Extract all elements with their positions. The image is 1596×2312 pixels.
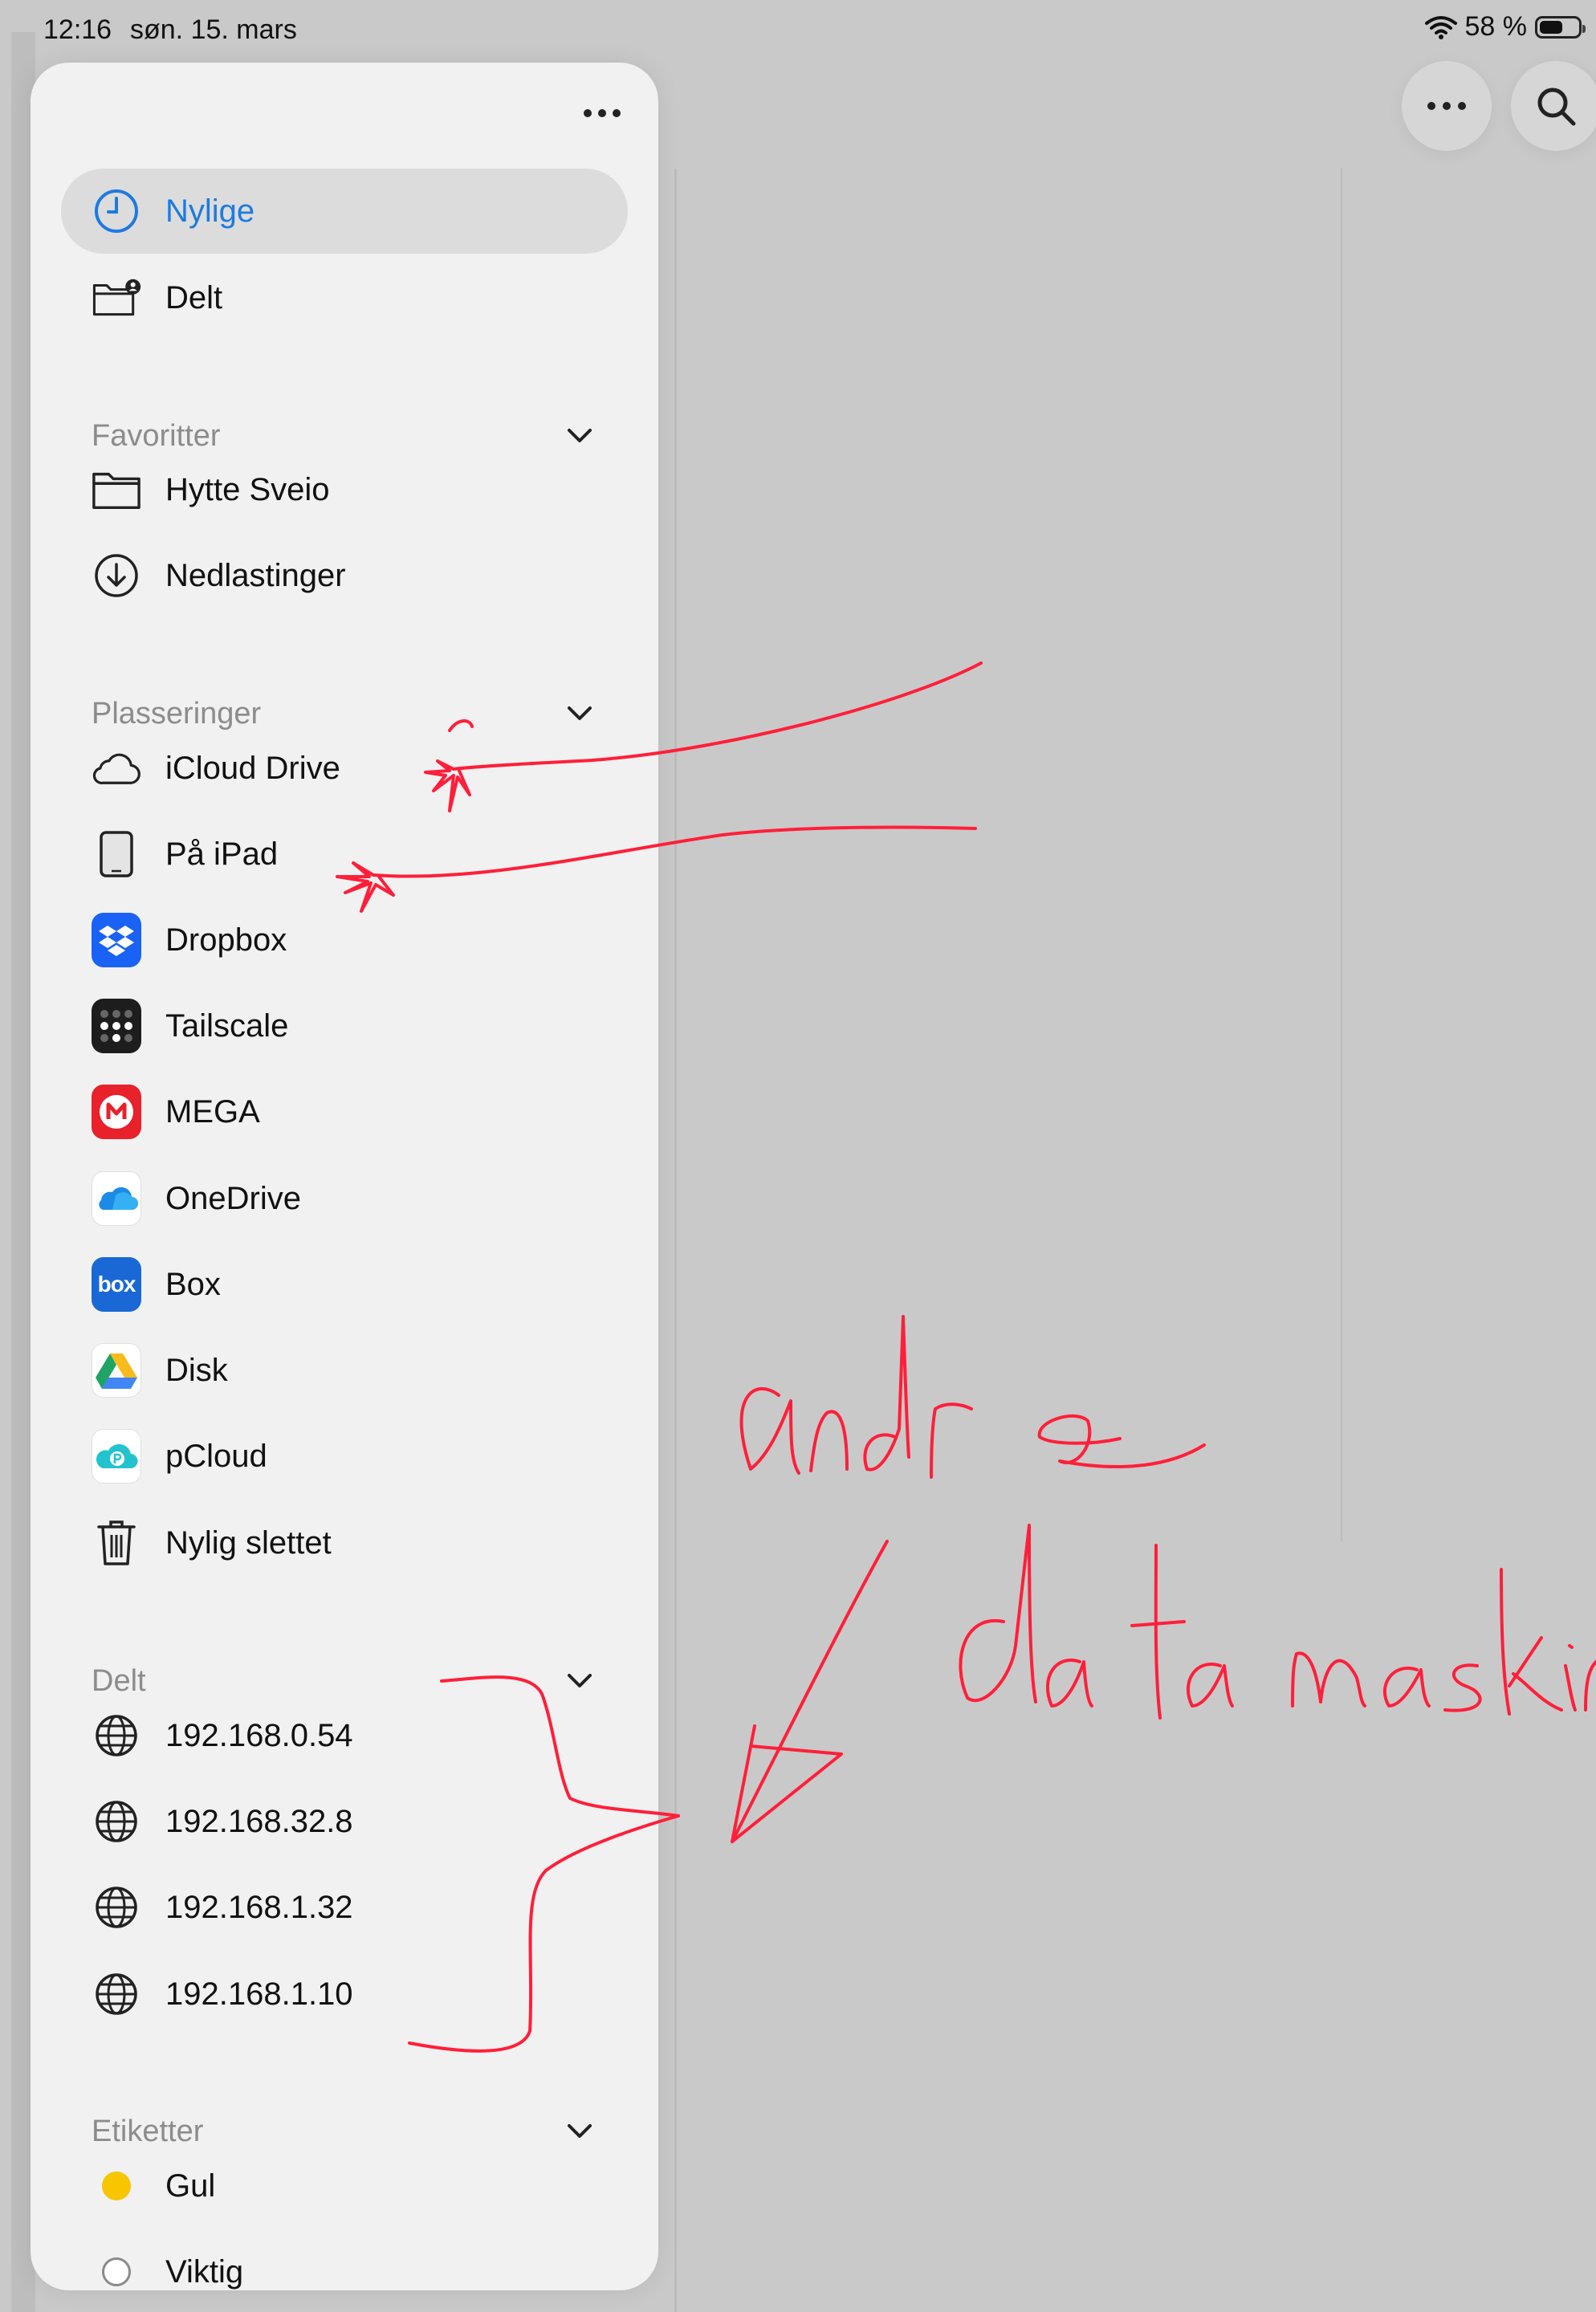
content-divider [674,169,677,2312]
globe-icon [92,1797,141,1846]
sidebar-item-server[interactable]: 192.168.32.8 [61,1779,628,1864]
sidebar-item-label: Hytte Sveio [165,471,330,507]
sidebar-item-label: 192.168.0.54 [165,1717,353,1753]
sidebar-item-box[interactable]: box Box [61,1242,628,1327]
sidebar-item-recently-deleted[interactable]: Nylig slettet [61,1500,628,1585]
sidebar-item-label: Nylig slettet [165,1524,332,1561]
globe-icon [92,1883,141,1932]
pcloud-icon [92,1429,141,1484]
sidebar-item-server[interactable]: 192.168.1.32 [61,1865,628,1950]
sidebar-item-downloads[interactable]: Nedlastinger [61,533,628,618]
sidebar-item-label: 192.168.1.32 [165,1889,353,1925]
wifi-icon [1424,15,1457,39]
shared-folder-icon [92,273,141,323]
ipad-icon [92,829,141,879]
onedrive-icon [92,1171,141,1226]
search-button[interactable] [1511,61,1596,151]
sidebar-item-label: På iPad [165,836,279,872]
sidebar-item-label: OneDrive [165,1180,301,1216]
sidebar-item-on-ipad[interactable]: På iPad [61,812,628,897]
sidebar-more-button[interactable] [578,101,626,125]
google-drive-icon [92,1343,141,1398]
mega-icon [92,1085,141,1139]
battery-percent: 58 % [1464,11,1528,42]
trash-icon [92,1518,141,1568]
sidebar-item-server[interactable]: 192.168.1.10 [61,1952,628,2037]
chevron-down-icon[interactable] [564,698,596,730]
search-icon [1537,88,1576,126]
sidebar-item-label: MEGA [165,1093,260,1130]
sidebar-item-server[interactable]: 192.168.0.54 [61,1693,628,1778]
sidebar-item-label: Tailscale [165,1007,289,1044]
tag-dot-icon [92,2247,141,2290]
globe-icon [92,1711,141,1760]
sidebar-item-tailscale[interactable]: Tailscale [61,983,628,1068]
sidebar-item-shared[interactable]: Delt [61,255,628,340]
sidebar-item-recents[interactable]: Nylige [61,169,628,254]
sidebar-item-icloud-drive[interactable]: iCloud Drive [61,726,628,811]
clock-icon [92,186,141,236]
sidebar-item-tag-important[interactable]: Viktig [61,2229,628,2290]
sidebar-item-label: Disk [165,1352,228,1388]
sidebar-item-disk[interactable]: Disk [61,1328,628,1413]
status-date: søn. 15. mars [130,14,297,45]
box-icon: box [92,1257,141,1312]
sidebar-item-label: pCloud [165,1438,267,1474]
sidebar-item-hytte-sveio[interactable]: Hytte Sveio [61,447,628,532]
chevron-down-icon[interactable] [564,1665,596,1697]
more-options-button[interactable] [1402,61,1492,151]
sidebar-item-mega[interactable]: MEGA [61,1069,628,1154]
sidebar-item-label: Viktig [165,2253,244,2290]
cloud-icon [92,743,141,793]
battery-icon [1535,15,1586,39]
ellipsis-icon [1427,102,1466,110]
sidebar-item-label: Delt [165,279,223,315]
sidebar-item-label: Nedlastinger [165,557,346,593]
chevron-down-icon[interactable] [564,2115,596,2147]
sidebar-item-dropbox[interactable]: Dropbox [61,898,628,983]
column-divider [1341,169,1342,1541]
sidebar: Nylige Delt Favoritter Hytte Sveio Nedla… [31,63,658,2290]
sidebar-item-label: Box [165,1266,221,1302]
tailscale-icon [92,999,141,1053]
dropbox-icon [92,913,141,967]
sidebar-item-label: 192.168.32.8 [165,1803,353,1839]
sidebar-item-onedrive[interactable]: OneDrive [61,1156,628,1241]
sidebar-item-pcloud[interactable]: pCloud [61,1414,628,1499]
status-time: 12:16 [43,14,112,45]
sidebar-item-label: iCloud Drive [165,750,340,786]
tag-dot-icon [92,2161,141,2211]
sidebar-item-label: Dropbox [165,922,287,958]
sidebar-item-tag-yellow[interactable]: Gul [61,2143,628,2229]
status-bar: 12:16 søn. 15. mars 58 % [0,0,1596,64]
globe-icon [92,1969,141,2019]
download-icon [92,551,141,600]
status-right: 58 % [1424,11,1586,43]
sidebar-item-label: Nylige [165,193,255,229]
sidebar-item-label: 192.168.1.10 [165,1976,353,2012]
sidebar-item-label: Gul [165,2168,216,2204]
folder-icon [92,465,141,515]
